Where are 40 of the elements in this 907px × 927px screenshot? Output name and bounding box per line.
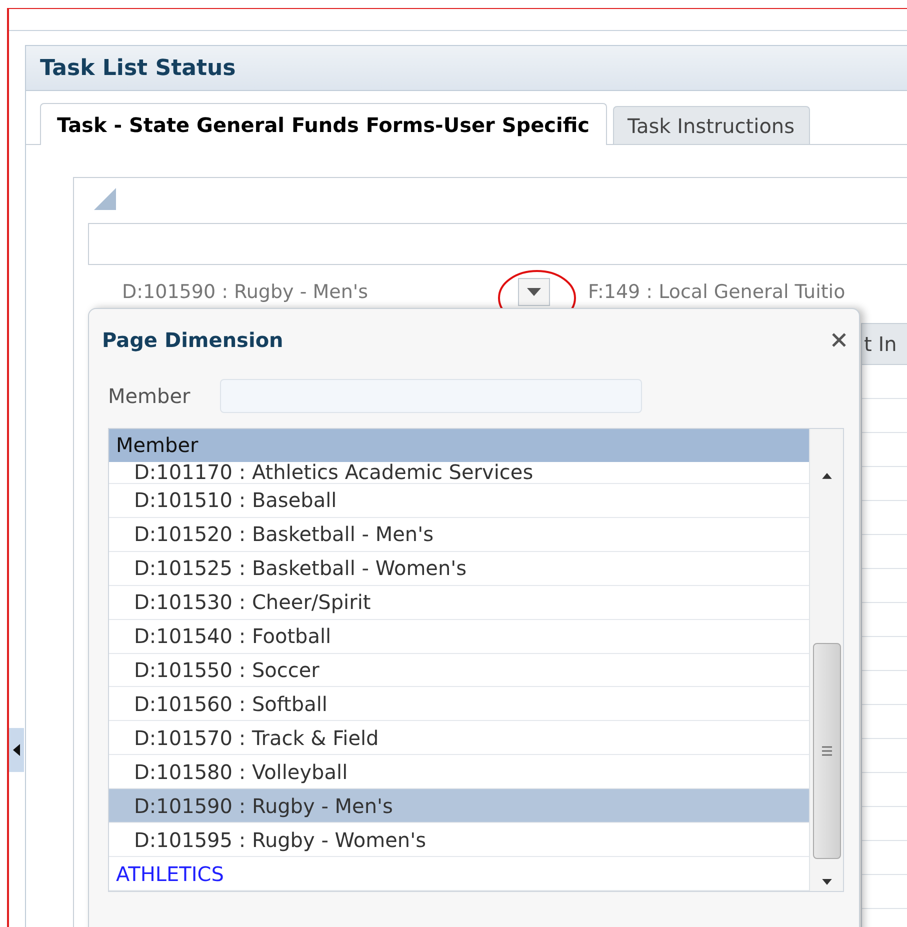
panel-title: Task List Status — [40, 54, 236, 82]
list-row[interactable]: D:101530 : Cheer/Spirit — [109, 586, 809, 620]
member-label: D:101580 : Volleyball — [133, 760, 348, 783]
left-arrow-icon — [12, 744, 20, 756]
scroll-down-icon[interactable] — [822, 879, 832, 885]
close-icon[interactable] — [831, 332, 847, 348]
member-label: D:101520 : Basketball - Men's — [133, 523, 434, 546]
member-label: D:101550 : Soccer — [133, 658, 320, 681]
scroll-up-icon[interactable] — [822, 473, 832, 479]
list-row[interactable]: D:101590 : Rugby - Men's — [109, 789, 809, 824]
field-label: Member — [108, 383, 192, 410]
member-label: D:101560 : Softball — [133, 692, 328, 715]
member-search-field[interactable] — [220, 379, 642, 413]
member-label: D:101510 : Baseball — [133, 489, 337, 512]
corner-triangle-icon — [94, 188, 116, 210]
member-label: D:101530 : Cheer/Spirit — [133, 591, 371, 614]
dimension-value: F:149 : Local General Tuitio — [588, 280, 846, 305]
dropdown-button[interactable] — [518, 278, 550, 306]
dimension-value: D:101590 : Rugby - Men's — [122, 280, 369, 305]
tab-label: t In — [864, 331, 897, 358]
member-label: D:101525 : Basketball - Women's — [133, 557, 467, 580]
list-row[interactable]: D:101550 : Soccer — [109, 654, 809, 688]
member-label: D:101540 : Football — [133, 625, 332, 648]
scroll-thumb[interactable] — [812, 642, 840, 860]
tab[interactable]: Task - State General Funds Forms-User Specific — [40, 103, 607, 145]
caret-icon — [527, 288, 541, 296]
member-label: D:101170 : Athletics Academic Services — [133, 460, 534, 483]
scrollbar[interactable] — [809, 429, 843, 891]
input-field[interactable] — [88, 223, 907, 265]
member-label: D:101595 : Rugby - Women's — [133, 828, 426, 851]
member-label: D:101570 : Track & Field — [133, 726, 379, 749]
list-row[interactable]: D:101540 : Football — [109, 620, 809, 654]
member-label: D:101590 : Rugby - Men's — [133, 794, 393, 817]
member-label: ATHLETICS — [115, 862, 224, 885]
header-label: Member — [116, 432, 198, 459]
dialog-title: Page Dimension — [102, 327, 284, 354]
list-row[interactable]: D:101170 : Athletics Academic Services — [109, 462, 809, 484]
collapse-handle[interactable] — [9, 728, 24, 772]
grip-icon — [820, 746, 832, 756]
tab[interactable]: Task Instructions — [612, 106, 810, 144]
